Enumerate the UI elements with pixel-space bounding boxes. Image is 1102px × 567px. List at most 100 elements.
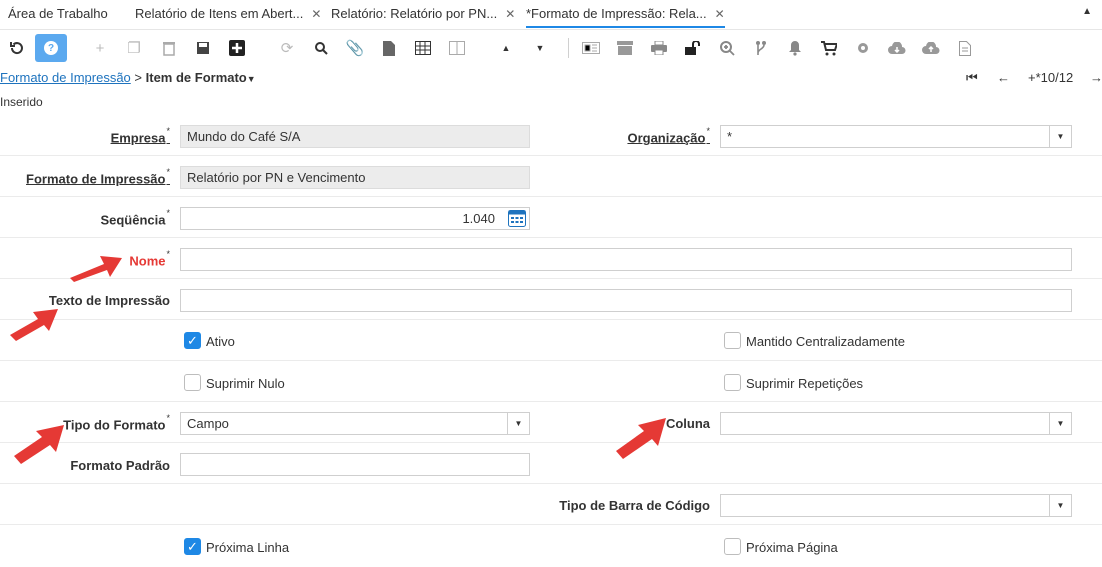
tab-label: *Formato de Impressão: Rela... — [526, 6, 707, 21]
tab-relatorio-pn[interactable]: Relatório: Relatório por PN... ✕ — [331, 6, 515, 28]
tab-formato-impressao[interactable]: *Formato de Impressão: Rela... ✕ — [526, 6, 725, 28]
next-record-icon[interactable]: → — [1090, 70, 1102, 85]
required-marker: * — [706, 126, 710, 136]
cart-icon[interactable] — [818, 38, 840, 58]
formato-padrao-input[interactable] — [180, 453, 530, 476]
texto-impressao-label: Texto de Impressão — [48, 293, 170, 308]
undo-icon[interactable] — [6, 38, 28, 58]
breadcrumb-separator: > — [134, 70, 142, 85]
refresh-icon[interactable]: ⟳ — [276, 38, 298, 58]
empresa-field[interactable]: Mundo do Café S/A — [180, 125, 530, 148]
form-row: Formato Padrão — [0, 443, 1102, 484]
lock-icon[interactable] — [682, 38, 704, 58]
tab-area-de-trabalho[interactable]: Área de Trabalho — [8, 6, 108, 28]
form-row: ✓ Próxima Linha Próxima Página — [0, 525, 1102, 566]
nome-label: Nome* — [129, 249, 170, 268]
suprimir-repeticoes-label: Suprimir Repetições — [746, 376, 864, 391]
help-button[interactable]: ? — [35, 34, 67, 62]
tab-relatorio-itens[interactable]: Relatório de Itens em Abert... ✕ — [135, 6, 321, 28]
breadcrumb: Formato de Impressão > Item de Formato▼ — [0, 70, 256, 85]
help-icon: ? — [44, 41, 58, 55]
tipo-barra-codigo-select[interactable]: ▼ — [720, 494, 1072, 517]
chevron-down-icon[interactable]: ▼ — [1049, 126, 1071, 147]
tipo-formato-select[interactable]: Campo ▼ — [180, 412, 530, 435]
calculator-icon[interactable] — [508, 210, 526, 227]
annotation-arrow-icon — [14, 425, 64, 464]
close-icon[interactable]: ✕ — [505, 7, 515, 21]
notification-icon[interactable] — [784, 38, 806, 58]
coluna-select[interactable]: ▼ — [720, 412, 1072, 435]
texto-impressao-input[interactable] — [180, 289, 1072, 312]
label-text: Formato de Impressão — [26, 171, 166, 187]
annotation-arrow-icon — [10, 309, 58, 341]
proxima-linha-checkbox[interactable]: ✓ — [184, 538, 201, 555]
form-row: Nome* — [0, 238, 1102, 279]
mantido-centralizadamente-label: Mantido Centralizadamente — [746, 334, 905, 349]
search-icon[interactable] — [310, 38, 332, 58]
close-icon[interactable]: ✕ — [311, 7, 321, 21]
split-view-icon[interactable] — [446, 38, 468, 58]
tipo-formato-label: Tipo do Formato* — [63, 413, 170, 433]
print-icon[interactable] — [648, 38, 670, 58]
suprimir-nulo-checkbox[interactable] — [184, 374, 201, 391]
sequencia-input[interactable]: 1.040 — [180, 207, 530, 230]
organizacao-select[interactable]: * ▼ — [720, 125, 1072, 148]
select-value: Campo — [187, 416, 229, 431]
copy-icon[interactable]: ❐ — [123, 38, 145, 58]
nome-input[interactable] — [180, 248, 1072, 271]
required-marker: * — [166, 413, 170, 423]
select-value: * — [727, 129, 733, 144]
download-icon[interactable] — [886, 38, 908, 58]
tab-scroll-up-icon[interactable]: ▲ — [1082, 6, 1092, 17]
chevron-down-icon[interactable]: ▼ — [507, 413, 529, 434]
tab-label: Relatório: Relatório por PN... — [331, 6, 498, 21]
upload-icon[interactable] — [920, 38, 942, 58]
organizacao-label[interactable]: Organização* — [627, 126, 710, 146]
save-icon[interactable] — [192, 38, 214, 58]
label-text: Tipo do Formato — [63, 417, 166, 433]
breadcrumb-parent-link[interactable]: Formato de Impressão — [0, 70, 131, 85]
toolbar: ? + ❐ ⟳ 📎 ▲ ▼ — [0, 30, 1102, 66]
settings-icon[interactable] — [852, 38, 874, 58]
ativo-checkbox[interactable]: ✓ — [184, 332, 201, 349]
suprimir-nulo-label: Suprimir Nulo — [206, 376, 285, 391]
form-row: Tipo do Formato* Campo ▼ Coluna ▼ — [0, 402, 1102, 443]
label-text: Seqüência — [100, 212, 166, 228]
zoom-across-icon[interactable] — [716, 38, 738, 58]
note-icon[interactable] — [378, 38, 400, 58]
form-row: Empresa* Mundo do Café S/A Organização* … — [0, 115, 1102, 156]
form-row: Texto de Impressão — [0, 279, 1102, 320]
report-icon[interactable] — [580, 38, 602, 58]
chevron-down-icon[interactable]: ▼ — [1049, 413, 1071, 434]
save-new-icon[interactable] — [226, 38, 248, 58]
label-text: Organização — [627, 130, 706, 146]
formato-impressao-field[interactable]: Relatório por PN e Vencimento — [180, 166, 530, 189]
formato-impressao-label[interactable]: Formato de Impressão* — [26, 167, 170, 187]
close-icon[interactable]: ✕ — [715, 7, 725, 21]
chevron-down-icon[interactable]: ▼ — [1049, 495, 1071, 516]
formato-padrao-label: Formato Padrão — [70, 458, 170, 473]
sequencia-label: Seqüência* — [100, 208, 170, 228]
workflow-icon[interactable] — [750, 38, 772, 58]
first-record-icon[interactable]: ⏮ — [966, 70, 978, 86]
mantido-centralizadamente-checkbox[interactable] — [724, 332, 741, 349]
form-row: Suprimir Nulo Suprimir Repetições — [0, 361, 1102, 402]
attachment-icon[interactable]: 📎 — [344, 38, 366, 58]
document-icon[interactable] — [954, 38, 976, 58]
proxima-pagina-checkbox[interactable] — [724, 538, 741, 555]
delete-icon[interactable] — [158, 38, 180, 58]
breadcrumb-current[interactable]: Item de Formato — [146, 70, 247, 85]
record-navigation: ⏮ ← +*10/12 → — [962, 68, 1102, 88]
tab-bar: Área de Trabalho Relatório de Itens em A… — [0, 0, 1102, 30]
previous-record-icon[interactable]: ← — [997, 70, 1010, 85]
next-tab-icon[interactable]: ▼ — [529, 38, 551, 58]
required-marker: * — [166, 208, 170, 218]
empresa-label[interactable]: Empresa* — [111, 126, 170, 145]
archive-icon[interactable] — [614, 38, 636, 58]
suprimir-repeticoes-checkbox[interactable] — [724, 374, 741, 391]
chevron-down-icon[interactable]: ▼ — [247, 74, 256, 84]
grid-toggle-icon[interactable] — [412, 38, 434, 58]
previous-tab-icon[interactable]: ▲ — [495, 38, 517, 58]
required-marker: * — [166, 167, 170, 177]
new-record-icon[interactable]: + — [89, 38, 111, 58]
